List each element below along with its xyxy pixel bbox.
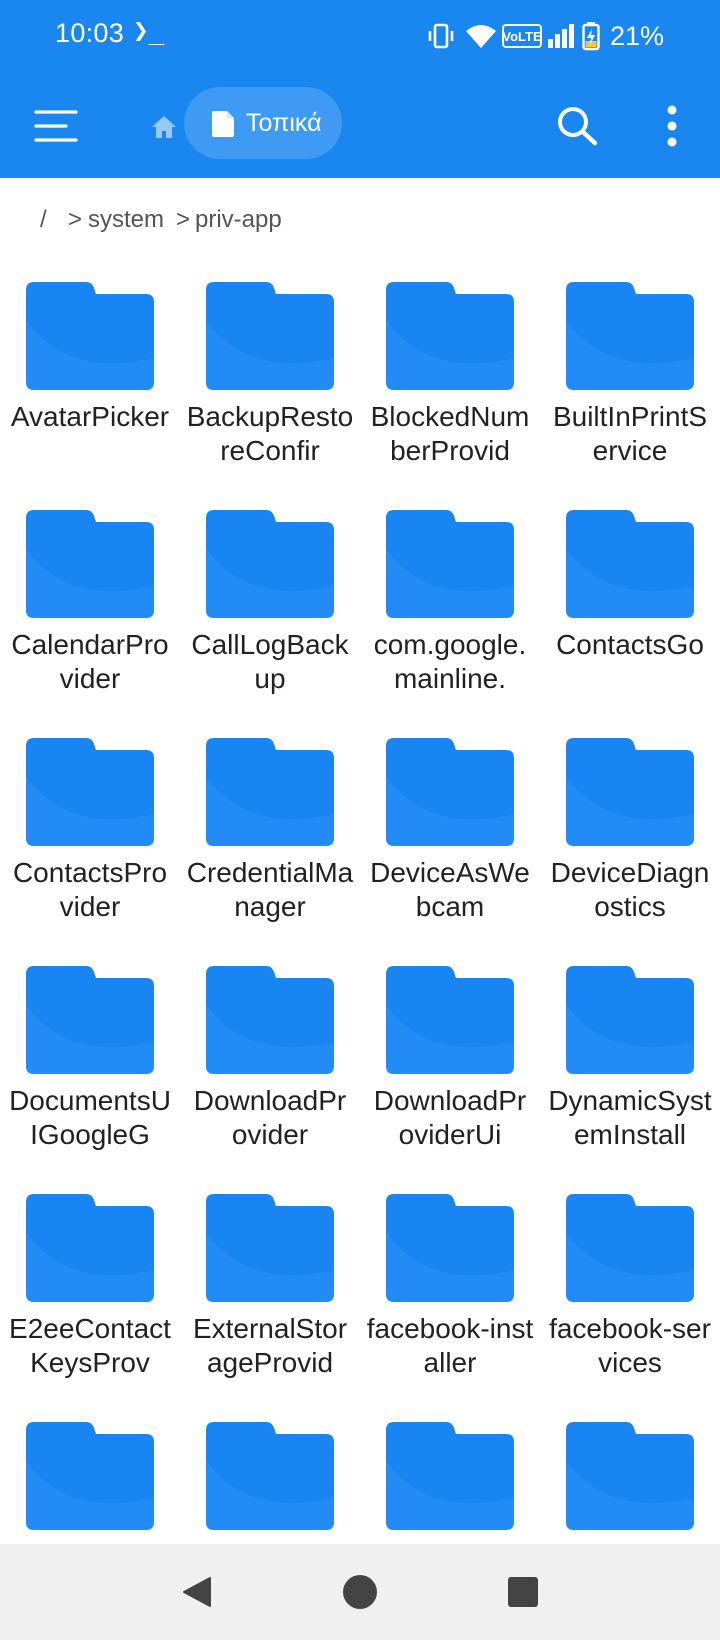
folder-name: BlockedNumberProvid bbox=[370, 401, 530, 466]
folder-icon bbox=[566, 1194, 694, 1302]
folder-item[interactable]: ContactsGo bbox=[540, 496, 720, 724]
search-icon[interactable] bbox=[553, 102, 601, 150]
volte-icon: VoLTE bbox=[501, 24, 542, 48]
folder-item[interactable]: BuiltInPrintService bbox=[540, 268, 720, 496]
folder-name: E2eeContactKeysProv bbox=[9, 1313, 171, 1378]
folder-item[interactable]: facebook-installer bbox=[360, 1180, 540, 1408]
folder-name: BackupRestoreConfir bbox=[186, 401, 354, 466]
breadcrumb: / > system > priv-app bbox=[0, 178, 720, 258]
folder-name: AvatarPicker bbox=[10, 401, 170, 432]
folder-item[interactable]: BlockedNumberProvid bbox=[360, 268, 540, 496]
home-icon[interactable] bbox=[149, 112, 179, 142]
menu-icon[interactable] bbox=[30, 100, 82, 152]
folder-item[interactable]: BackupRestoreConfir bbox=[180, 268, 360, 496]
folder-icon bbox=[566, 282, 694, 390]
status-icons: VoLTE 21% bbox=[426, 18, 720, 54]
folder-name: ContactsGo bbox=[556, 629, 704, 660]
recents-icon[interactable] bbox=[507, 1576, 539, 1608]
folder-icon bbox=[386, 282, 514, 390]
top-app-bar: 10:03 ❯_ VoLTE 21% Τοπικά bbox=[0, 0, 720, 178]
folder-item[interactable]: ContactsProvider bbox=[0, 724, 180, 952]
status-time: 10:03 bbox=[55, 18, 125, 48]
folder-icon bbox=[206, 282, 334, 390]
folder-name: DeviceAsWebcam bbox=[370, 857, 530, 922]
folder-icon bbox=[386, 738, 514, 846]
folder-icon bbox=[566, 966, 694, 1074]
folder-name: DeviceDiagnostics bbox=[550, 857, 710, 922]
folder-name: BuiltInPrintService bbox=[552, 401, 708, 466]
folder-item[interactable]: CallLogBackup bbox=[180, 496, 360, 724]
folder-icon bbox=[26, 510, 154, 618]
folder-item[interactable]: CredentialManager bbox=[180, 724, 360, 952]
back-icon[interactable] bbox=[180, 1574, 216, 1610]
folder-icon bbox=[206, 1194, 334, 1302]
folder-icon bbox=[386, 510, 514, 618]
folder-name: DownloadProviderUi bbox=[373, 1085, 527, 1150]
folder-item[interactable]: DeviceAsWebcam bbox=[360, 724, 540, 952]
wifi-icon bbox=[465, 25, 496, 48]
folder-name: ExternalStorageProvid bbox=[192, 1313, 348, 1378]
home-circle-icon[interactable] bbox=[342, 1574, 378, 1610]
folder-grid: AvatarPicker BackupRestoreConfir BlockedNu… bbox=[0, 268, 720, 1544]
system-nav-bar bbox=[0, 1544, 720, 1640]
folder-item[interactable]: DynamicSystemInstall bbox=[540, 952, 720, 1180]
folder-icon bbox=[566, 738, 694, 846]
folder-item[interactable]: E2eeContactKeysProv bbox=[0, 1180, 180, 1408]
folder-name: CallLogBackup bbox=[191, 629, 349, 694]
app-bar: Τοπικά bbox=[0, 86, 720, 172]
folder-item[interactable] bbox=[540, 1408, 720, 1544]
breadcrumb-root[interactable]: / bbox=[40, 206, 47, 234]
breadcrumb-item-priv-app[interactable]: priv-app bbox=[195, 206, 282, 234]
terminal-icon: ❯_ bbox=[133, 16, 165, 46]
breadcrumb-separator: > bbox=[176, 206, 191, 233]
folder-icon bbox=[206, 510, 334, 618]
folder-name: com.google.mainline. bbox=[373, 629, 527, 694]
folder-item[interactable]: DeviceDiagnostics bbox=[540, 724, 720, 952]
folder-icon bbox=[26, 282, 154, 390]
folder-icon bbox=[386, 1194, 514, 1302]
folder-name: DocumentsUIGoogleG bbox=[9, 1085, 171, 1150]
folder-name: ContactsProvider bbox=[12, 857, 168, 922]
folder-item[interactable]: com.google.mainline. bbox=[360, 496, 540, 724]
folder-icon bbox=[206, 1422, 334, 1530]
location-chip-label: Τοπικά bbox=[246, 109, 322, 137]
location-chip[interactable]: Τοπικά bbox=[184, 87, 342, 159]
vibrate-icon bbox=[428, 23, 454, 49]
folder-item[interactable]: DownloadProviderUi bbox=[360, 952, 540, 1180]
folder-icon bbox=[386, 966, 514, 1074]
more-vert-icon[interactable] bbox=[648, 102, 696, 150]
folder-icon bbox=[26, 966, 154, 1074]
folder-icon bbox=[26, 1422, 154, 1530]
folder-item[interactable]: CalendarProvider bbox=[0, 496, 180, 724]
folder-name: DynamicSystemInstall bbox=[548, 1085, 712, 1150]
battery-charging-icon bbox=[582, 22, 600, 51]
svg-text:VoLTE: VoLTE bbox=[502, 29, 542, 44]
breadcrumb-item-system[interactable]: system bbox=[88, 206, 164, 234]
battery-percent: 21% bbox=[609, 20, 664, 51]
folder-item[interactable]: DocumentsUIGoogleG bbox=[0, 952, 180, 1180]
folder-icon bbox=[566, 510, 694, 618]
folder-item[interactable]: AvatarPicker bbox=[0, 268, 180, 496]
folder-name: facebook-services bbox=[549, 1313, 711, 1378]
folder-item[interactable] bbox=[0, 1408, 180, 1544]
folder-name: CredentialManager bbox=[186, 857, 354, 922]
signal-icon bbox=[547, 24, 574, 48]
folder-item[interactable] bbox=[180, 1408, 360, 1544]
folder-item[interactable] bbox=[360, 1408, 540, 1544]
folder-icon bbox=[26, 738, 154, 846]
folder-name: DownloadProvider bbox=[193, 1085, 347, 1150]
folder-item[interactable]: facebook-services bbox=[540, 1180, 720, 1408]
folder-name: facebook-installer bbox=[366, 1313, 534, 1378]
breadcrumb-separator: > bbox=[68, 206, 83, 233]
folder-item[interactable]: ExternalStorageProvid bbox=[180, 1180, 360, 1408]
folder-icon bbox=[566, 1422, 694, 1530]
folder-icon bbox=[206, 966, 334, 1074]
folder-icon bbox=[206, 738, 334, 846]
folder-name: CalendarProvider bbox=[11, 629, 169, 694]
status-bar: 10:03 ❯_ VoLTE 21% bbox=[0, 0, 720, 72]
folder-icon bbox=[386, 1422, 514, 1530]
folder-icon bbox=[26, 1194, 154, 1302]
document-icon bbox=[212, 111, 234, 137]
folder-item[interactable]: DownloadProvider bbox=[180, 952, 360, 1180]
